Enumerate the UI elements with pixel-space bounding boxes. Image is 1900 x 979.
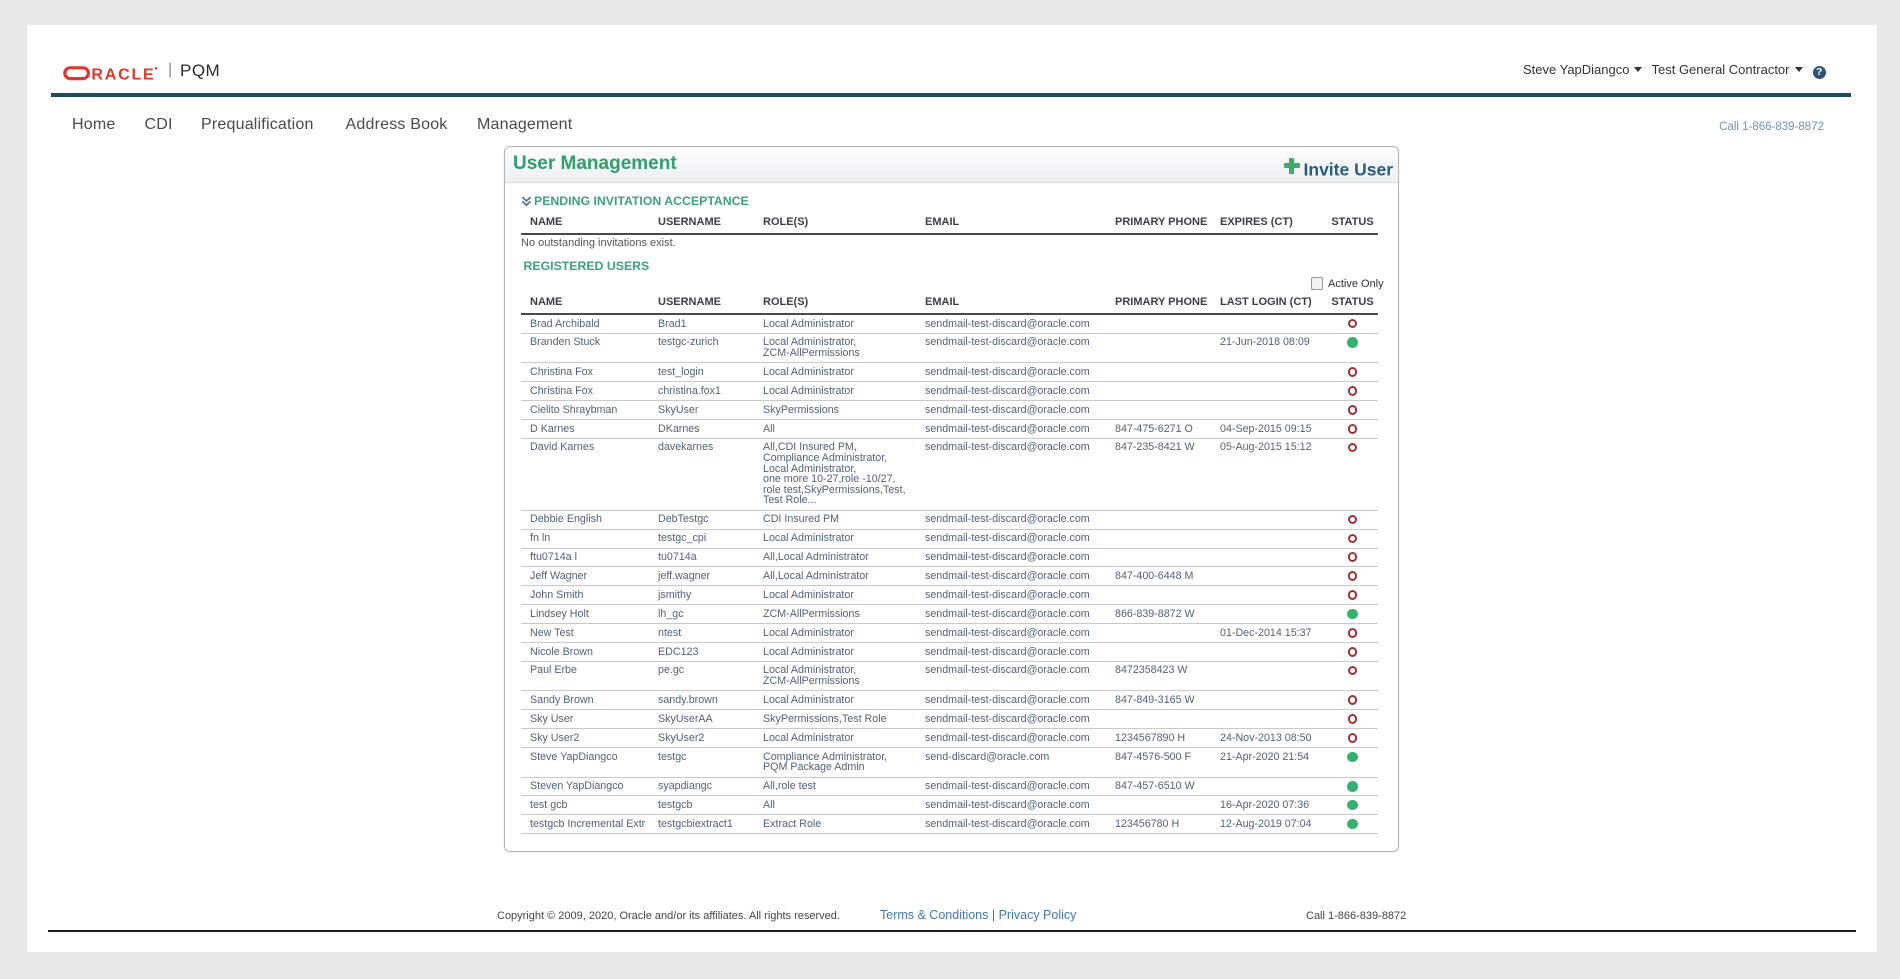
svg-text:RACLE: RACLE [91,66,155,81]
